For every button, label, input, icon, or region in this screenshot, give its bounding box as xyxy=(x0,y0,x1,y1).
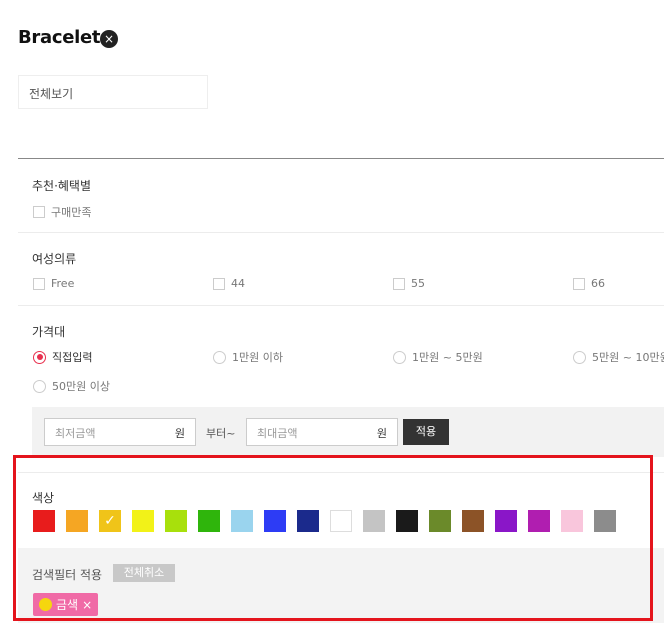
checkbox-icon[interactable] xyxy=(213,277,225,290)
max-price-placeholder: 최대금액 xyxy=(257,427,298,440)
color-swatch-black[interactable] xyxy=(396,510,418,532)
color-swatch-gold[interactable] xyxy=(99,510,121,532)
radio-option[interactable]: 50만원 이상 xyxy=(33,378,110,394)
option-label: 1만원 이하 xyxy=(232,351,283,364)
color-swatch-orange[interactable] xyxy=(66,510,88,532)
color-swatch-olive[interactable] xyxy=(429,510,451,532)
page-title: Bracelet xyxy=(18,27,101,48)
radio-option[interactable]: 1만원 이하 xyxy=(213,349,283,365)
radio-selected-icon[interactable] xyxy=(33,350,46,364)
checkbox-option[interactable]: 44 xyxy=(213,277,245,290)
color-swatch-green[interactable] xyxy=(198,510,220,532)
option-label: 5만원 ~ 10만원 xyxy=(592,351,664,364)
checkbox-icon[interactable] xyxy=(573,277,585,290)
section-title-recommend: 추천·혜택별 xyxy=(32,179,92,193)
color-swatch-brown[interactable] xyxy=(462,510,484,532)
divider xyxy=(18,472,664,473)
checkbox-icon[interactable] xyxy=(33,206,45,218)
color-swatch-blue[interactable] xyxy=(264,510,286,532)
color-swatch-yellow[interactable] xyxy=(132,510,154,532)
divider xyxy=(18,158,664,159)
radio-icon[interactable] xyxy=(573,350,586,364)
option-label: 55 xyxy=(411,277,425,290)
option-label: 구매만족 xyxy=(51,206,92,219)
section-title-color: 색상 xyxy=(32,491,55,505)
color-swatch-red[interactable] xyxy=(33,510,55,532)
apply-button[interactable]: 적용 xyxy=(403,419,449,445)
divider xyxy=(18,305,664,306)
checkbox-option[interactable]: 구매만족 xyxy=(33,204,91,220)
radio-icon[interactable] xyxy=(213,350,226,364)
radio-option[interactable]: 5만원 ~ 10만원 xyxy=(573,349,664,365)
checkbox-icon[interactable] xyxy=(393,277,405,290)
option-label: 1만원 ~ 5만원 xyxy=(412,351,483,364)
section-title-clothing: 여성의류 xyxy=(32,252,77,266)
color-swatch-sky-blue[interactable] xyxy=(231,510,253,532)
chip-label: 금색 xyxy=(56,598,79,612)
close-icon[interactable]: × xyxy=(100,30,118,48)
radio-option[interactable]: 1만원 ~ 5만원 xyxy=(393,349,483,365)
option-label: 44 xyxy=(231,277,245,290)
color-dot-icon xyxy=(39,598,52,611)
section-title-price: 가격대 xyxy=(32,325,66,339)
filter-chip-gold[interactable]: 금색 × xyxy=(33,593,99,616)
color-swatch-white[interactable] xyxy=(330,510,352,532)
option-label: 직접입력 xyxy=(52,351,93,364)
checkbox-option[interactable]: 66 xyxy=(573,277,605,290)
applied-filters-label: 검색필터 적용 xyxy=(32,568,103,582)
from-label: 부터~ xyxy=(206,427,236,440)
radio-option[interactable]: 직접입력 xyxy=(33,349,92,365)
color-swatch-list xyxy=(33,510,627,532)
option-label: Free xyxy=(51,277,75,290)
color-swatch-gray[interactable] xyxy=(594,510,616,532)
view-all-button[interactable]: 전체보기 xyxy=(18,75,208,109)
color-swatch-pink[interactable] xyxy=(561,510,583,532)
currency-unit: 원 xyxy=(174,427,185,440)
color-swatch-yellow-green[interactable] xyxy=(165,510,187,532)
currency-unit: 원 xyxy=(376,427,387,440)
checkbox-option[interactable]: Free xyxy=(33,277,74,290)
option-label: 50만원 이상 xyxy=(52,380,110,393)
checkbox-option[interactable]: 55 xyxy=(393,277,425,290)
close-icon[interactable]: × xyxy=(82,598,92,612)
radio-icon[interactable] xyxy=(33,379,46,393)
min-price-placeholder: 최저금액 xyxy=(55,427,96,440)
clear-all-button[interactable]: 전체취소 xyxy=(113,564,175,582)
divider xyxy=(18,232,664,233)
option-label: 66 xyxy=(591,277,605,290)
radio-icon[interactable] xyxy=(393,350,406,364)
applied-filters-area xyxy=(18,548,664,623)
color-swatch-purple[interactable] xyxy=(495,510,517,532)
max-price-input[interactable]: 최대금액 원 xyxy=(246,418,398,446)
color-swatch-light-gray[interactable] xyxy=(363,510,385,532)
checkbox-icon[interactable] xyxy=(33,277,45,290)
min-price-input[interactable]: 최저금액 원 xyxy=(44,418,196,446)
color-swatch-magenta[interactable] xyxy=(528,510,550,532)
color-swatch-navy[interactable] xyxy=(297,510,319,532)
